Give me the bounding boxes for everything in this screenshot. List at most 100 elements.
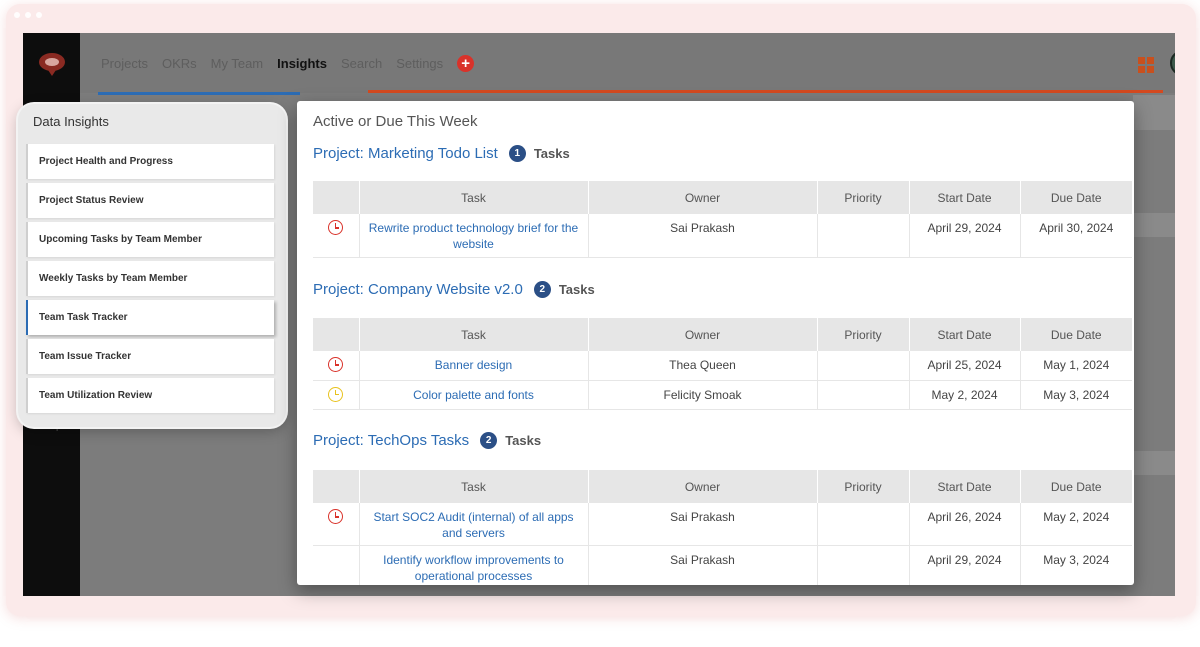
task-priority bbox=[817, 545, 910, 585]
col-start-date[interactable]: Start Date bbox=[909, 181, 1021, 214]
project-header: Project: TechOps Tasks 2 Tasks bbox=[313, 432, 541, 449]
task-due-date: May 2, 2024 bbox=[1020, 503, 1132, 546]
background-panel bbox=[1133, 451, 1175, 475]
task-owner: Felicity Smoak bbox=[588, 380, 818, 410]
task-priority bbox=[817, 380, 910, 410]
app-logo-icon[interactable] bbox=[37, 51, 67, 77]
col-due-date[interactable]: Due Date bbox=[1020, 470, 1132, 503]
clock-red-icon bbox=[328, 357, 344, 372]
col-start-date[interactable]: Start Date bbox=[909, 318, 1021, 351]
task-priority bbox=[817, 503, 910, 546]
clock-red-icon bbox=[328, 509, 344, 524]
col-status bbox=[313, 318, 360, 351]
task-table: Task Owner Priority Start Date Due Date … bbox=[313, 318, 1132, 410]
task-owner: Sai Prakash bbox=[588, 503, 818, 546]
nav-okrs[interactable]: OKRs bbox=[162, 56, 197, 71]
insight-team-issue-tracker[interactable]: Team Issue Tracker bbox=[26, 339, 274, 374]
window-dot-icon[interactable] bbox=[36, 12, 42, 18]
tasks-label: Tasks bbox=[558, 282, 595, 297]
col-task[interactable]: Task bbox=[359, 181, 589, 214]
app-topbar: Projects OKRs My Team Insights Search Se… bbox=[80, 33, 1175, 93]
table-row[interactable]: Banner design Thea Queen April 25, 2024 … bbox=[313, 351, 1132, 381]
insight-project-status[interactable]: Project Status Review bbox=[26, 183, 274, 218]
background-panel bbox=[1133, 95, 1175, 130]
task-priority bbox=[817, 214, 910, 258]
col-due-date[interactable]: Due Date bbox=[1020, 318, 1132, 351]
task-due-date: May 3, 2024 bbox=[1020, 545, 1132, 585]
panel-title: Active or Due This Week bbox=[313, 113, 478, 130]
user-avatar[interactable] bbox=[1170, 50, 1175, 76]
col-status bbox=[313, 470, 360, 503]
col-priority[interactable]: Priority bbox=[817, 318, 910, 351]
table-row[interactable]: Color palette and fonts Felicity Smoak M… bbox=[313, 380, 1132, 410]
col-start-date[interactable]: Start Date bbox=[909, 470, 1021, 503]
col-priority[interactable]: Priority bbox=[817, 181, 910, 214]
nav-active-indicator bbox=[98, 92, 300, 95]
nav-settings[interactable]: Settings bbox=[396, 56, 443, 71]
task-owner: Thea Queen bbox=[588, 351, 818, 381]
insights-title: Data Insights bbox=[33, 114, 109, 129]
task-name[interactable]: Rewrite product technology brief for the… bbox=[359, 214, 589, 258]
insight-weekly-tasks[interactable]: Weekly Tasks by Team Member bbox=[26, 261, 274, 296]
window-dot-icon[interactable] bbox=[14, 12, 20, 18]
task-name[interactable]: Color palette and fonts bbox=[359, 380, 589, 410]
col-status bbox=[313, 181, 360, 214]
table-row[interactable]: Start SOC2 Audit (internal) of all apps … bbox=[313, 503, 1132, 546]
background-panel bbox=[1133, 213, 1175, 237]
insight-team-task-tracker[interactable]: Team Task Tracker bbox=[26, 300, 274, 335]
col-priority[interactable]: Priority bbox=[817, 470, 910, 503]
insight-upcoming-tasks[interactable]: Upcoming Tasks by Team Member bbox=[26, 222, 274, 257]
task-table: Task Owner Priority Start Date Due Date … bbox=[313, 181, 1132, 258]
col-task[interactable]: Task bbox=[359, 318, 589, 351]
table-header-row: Task Owner Priority Start Date Due Date bbox=[313, 470, 1132, 503]
task-due-date: May 3, 2024 bbox=[1020, 380, 1132, 410]
insight-project-health[interactable]: Project Health and Progress bbox=[26, 144, 274, 179]
task-start-date: April 29, 2024 bbox=[909, 545, 1021, 585]
nav-my-team[interactable]: My Team bbox=[211, 56, 264, 71]
nav-search[interactable]: Search bbox=[341, 56, 382, 71]
table-row[interactable]: Rewrite product technology brief for the… bbox=[313, 214, 1132, 258]
col-due-date[interactable]: Due Date bbox=[1020, 181, 1132, 214]
add-plus-icon[interactable]: + bbox=[457, 55, 475, 72]
clock-red-icon bbox=[328, 220, 344, 235]
task-start-date: May 2, 2024 bbox=[909, 380, 1021, 410]
project-header: Project: Company Website v2.0 2 Tasks bbox=[313, 281, 595, 298]
task-tracker-panel: Active or Due This Week Project: Marketi… bbox=[297, 101, 1134, 585]
task-due-date: May 1, 2024 bbox=[1020, 351, 1132, 381]
task-owner: Sai Prakash bbox=[588, 545, 818, 585]
apps-grid-icon[interactable] bbox=[1138, 57, 1154, 73]
table-row[interactable]: Identify workflow improvements to operat… bbox=[313, 545, 1132, 585]
main-nav: Projects OKRs My Team Insights Search Se… bbox=[101, 55, 475, 72]
project-name[interactable]: Project: Marketing Todo List bbox=[313, 145, 498, 162]
tasks-label: Tasks bbox=[505, 433, 542, 448]
insight-team-utilization[interactable]: Team Utilization Review bbox=[26, 378, 274, 413]
col-owner[interactable]: Owner bbox=[588, 470, 818, 503]
tasks-label: Tasks bbox=[533, 146, 570, 161]
task-name[interactable]: Identify workflow improvements to operat… bbox=[359, 545, 589, 585]
task-priority bbox=[817, 351, 910, 381]
nav-insights[interactable]: Insights bbox=[277, 56, 327, 71]
table-header-row: Task Owner Priority Start Date Due Date bbox=[313, 181, 1132, 214]
project-name[interactable]: Project: TechOps Tasks bbox=[313, 432, 469, 449]
task-owner: Sai Prakash bbox=[588, 214, 818, 258]
task-name[interactable]: Banner design bbox=[359, 351, 589, 381]
task-start-date: April 29, 2024 bbox=[909, 214, 1021, 258]
task-name[interactable]: Start SOC2 Audit (internal) of all apps … bbox=[359, 503, 589, 546]
data-insights-menu: Data Insights Project Health and Progres… bbox=[18, 104, 286, 427]
task-due-date: April 30, 2024 bbox=[1020, 214, 1132, 258]
task-start-date: April 25, 2024 bbox=[909, 351, 1021, 381]
window-dot-icon[interactable] bbox=[25, 12, 31, 18]
task-count-badge: 2 bbox=[533, 281, 551, 298]
task-count-badge: 1 bbox=[508, 145, 526, 162]
table-header-row: Task Owner Priority Start Date Due Date bbox=[313, 318, 1132, 351]
col-owner[interactable]: Owner bbox=[588, 318, 818, 351]
nav-projects[interactable]: Projects bbox=[101, 56, 148, 71]
col-task[interactable]: Task bbox=[359, 470, 589, 503]
project-header: Project: Marketing Todo List 1 Tasks bbox=[313, 145, 570, 162]
project-name[interactable]: Project: Company Website v2.0 bbox=[313, 281, 523, 298]
col-owner[interactable]: Owner bbox=[588, 181, 818, 214]
task-count-badge: 2 bbox=[480, 432, 498, 449]
header-accent-line bbox=[368, 90, 1163, 93]
task-table: Task Owner Priority Start Date Due Date … bbox=[313, 470, 1132, 585]
clock-yellow-icon bbox=[328, 386, 344, 402]
